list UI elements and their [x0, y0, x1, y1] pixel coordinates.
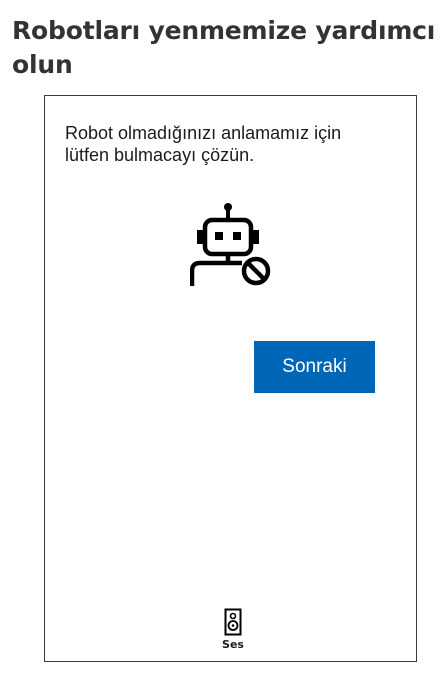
audio-challenge-button[interactable]: Ses	[213, 608, 253, 654]
robot-blocked-icon	[190, 203, 271, 286]
captcha-frame: Robot olmadığınızı anlamamız için lütfen…	[44, 95, 417, 662]
page-title: Robotları yenmemize yardımcı olun	[12, 16, 436, 79]
next-button[interactable]: Sonraki	[254, 341, 375, 393]
audio-label: Ses	[222, 638, 244, 651]
speaker-icon	[224, 608, 242, 636]
captcha-instruction: Robot olmadığınızı anlamamız için lütfen…	[65, 123, 342, 165]
